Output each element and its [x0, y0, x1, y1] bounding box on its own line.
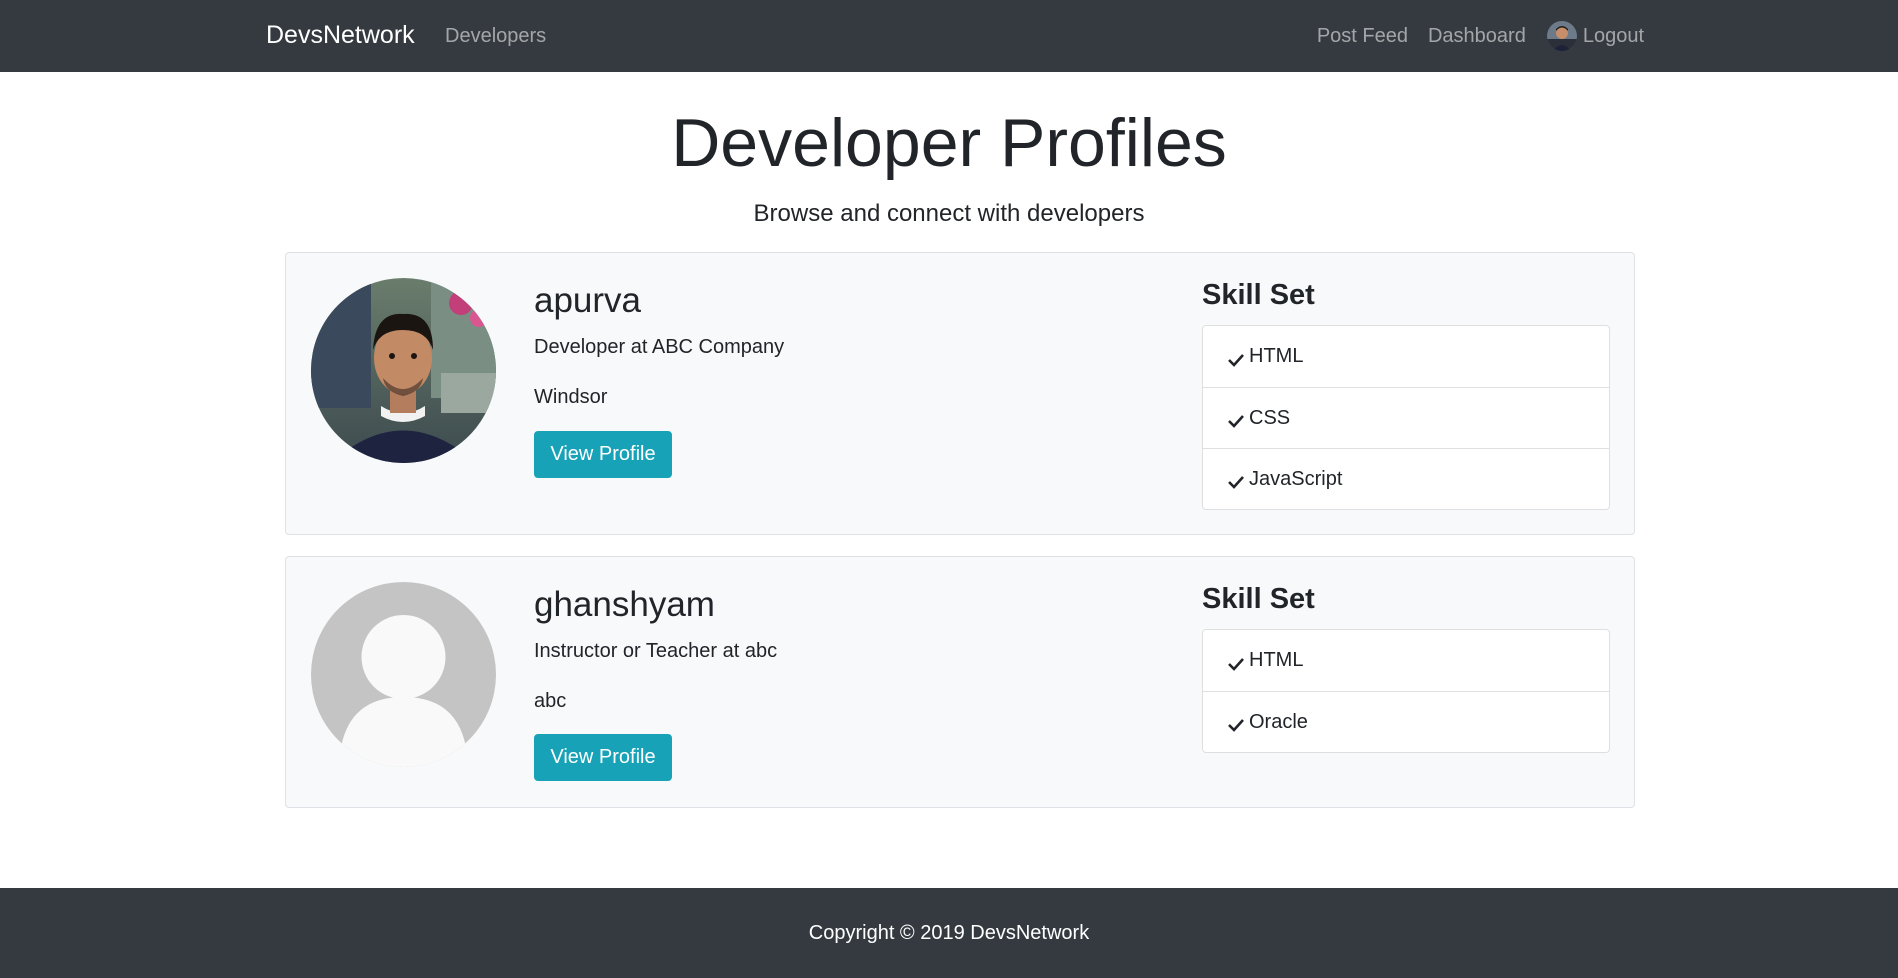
- view-profile-button[interactable]: View Profile: [534, 734, 672, 781]
- profile-photo: [311, 278, 496, 463]
- profile-card: ghanshyam Instructor or Teacher at abc a…: [285, 556, 1635, 808]
- skill-label: Oracle: [1249, 710, 1308, 733]
- skill-item: CSS: [1203, 387, 1609, 448]
- profile-name: ghanshyam: [534, 585, 715, 624]
- nav-developers-link[interactable]: Developers: [445, 25, 546, 48]
- nav-logout-link[interactable]: Logout: [1583, 25, 1644, 48]
- nav-post-feed-link[interactable]: Post Feed: [1317, 25, 1408, 48]
- footer: Copyright © 2019 DevsNetwork: [0, 888, 1898, 978]
- user-avatar-icon: [1546, 21, 1577, 51]
- skill-label: HTML: [1249, 345, 1304, 367]
- skill-set-heading: Skill Set: [1202, 583, 1315, 615]
- nav-right-group: Post Feed Dashboard Logout: [1317, 20, 1644, 52]
- profile-location: Windsor: [534, 386, 608, 408]
- page-subtitle: Browse and connect with developers: [753, 200, 1145, 227]
- check-icon: [1228, 654, 1244, 671]
- skill-list: HTML CSS JavaScript: [1202, 325, 1610, 510]
- check-icon: [1228, 715, 1244, 732]
- nav-dashboard-link[interactable]: Dashboard: [1428, 25, 1526, 48]
- skill-label: JavaScript: [1249, 467, 1343, 490]
- footer-copyright: Copyright © 2019 DevsNetwork: [808, 921, 1090, 944]
- profile-card: apurva Developer at ABC Company Windsor …: [285, 252, 1635, 535]
- skill-set-heading: Skill Set: [1202, 279, 1315, 311]
- profile-location: abc: [534, 690, 567, 712]
- skill-label: HTML: [1249, 649, 1304, 671]
- skill-item: Oracle: [1203, 691, 1609, 752]
- profile-status: Developer at ABC Company: [534, 336, 785, 358]
- check-icon: [1228, 350, 1244, 367]
- default-avatar-icon: [311, 582, 496, 767]
- profile-status: Instructor or Teacher at abc: [534, 640, 778, 662]
- skill-list: HTML Oracle: [1202, 629, 1610, 753]
- check-icon: [1228, 472, 1244, 489]
- skill-label: CSS: [1249, 406, 1291, 429]
- check-icon: [1228, 411, 1244, 428]
- skill-item: JavaScript: [1203, 448, 1609, 509]
- skill-item: HTML: [1203, 326, 1609, 387]
- view-profile-button[interactable]: View Profile: [534, 431, 672, 478]
- top-navbar: DevsNetwork Developers Post Feed Dashboa…: [0, 0, 1898, 72]
- page-title: Developer Profiles: [671, 105, 1227, 181]
- brand-link[interactable]: DevsNetwork: [266, 21, 415, 50]
- skill-item: HTML: [1203, 630, 1609, 691]
- profile-name: apurva: [534, 281, 642, 320]
